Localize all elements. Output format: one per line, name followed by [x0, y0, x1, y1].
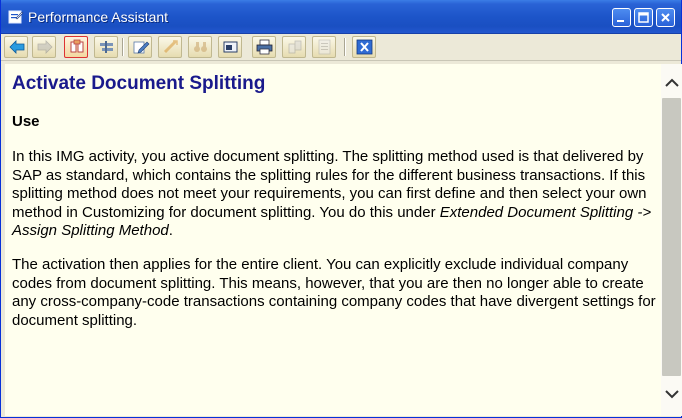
close-box-icon	[356, 39, 373, 55]
forward-button[interactable]	[32, 36, 56, 58]
scroll-down-button[interactable]	[662, 382, 681, 407]
technical-info-button[interactable]	[94, 36, 118, 58]
paragraph-1: In this IMG activity, you active documen…	[12, 148, 657, 241]
close-doc-button[interactable]	[352, 36, 376, 58]
bookmark-icon	[223, 41, 238, 53]
printer-icon	[256, 39, 273, 55]
find-button[interactable]	[188, 36, 212, 58]
scroll-up-button[interactable]	[662, 71, 681, 96]
arrow-right-icon	[37, 40, 53, 54]
copy-button[interactable]	[312, 36, 336, 58]
document-icon	[318, 39, 331, 55]
back-button[interactable]	[4, 36, 28, 58]
help-window-icon	[8, 9, 24, 25]
scrollbar-thumb[interactable]	[662, 98, 681, 376]
tools-icon	[100, 41, 113, 53]
toolbar-separator	[344, 38, 345, 56]
chevron-up-icon	[665, 78, 679, 87]
performance-assistant-window: Performance Assistant Activate Document …	[0, 0, 682, 418]
maximize-button[interactable]	[634, 8, 653, 27]
minimize-button[interactable]	[612, 8, 631, 27]
toolbar-separator	[122, 38, 123, 56]
bookmark-button[interactable]	[218, 36, 242, 58]
toolbar	[1, 34, 681, 61]
glossary-button[interactable]	[282, 36, 306, 58]
document-content: Activate Document Splitting Use In this …	[5, 64, 661, 416]
glossary-icon	[288, 40, 302, 54]
section-title: Use	[12, 113, 40, 130]
chevron-down-icon	[665, 390, 679, 399]
title-bar[interactable]: Performance Assistant	[1, 0, 681, 34]
link-icon	[163, 39, 178, 54]
edit-button[interactable]	[128, 36, 152, 58]
print-button[interactable]	[252, 36, 276, 58]
binoculars-icon	[194, 42, 207, 52]
pencil-icon	[133, 41, 150, 54]
arrow-left-icon	[9, 40, 25, 54]
structure-button[interactable]	[64, 36, 88, 58]
document-heading: Activate Document Splitting	[12, 73, 266, 94]
paragraph-2: The activation then applies for the enti…	[12, 256, 656, 329]
window-title: Performance Assistant	[28, 9, 169, 25]
close-window-button[interactable]	[656, 8, 675, 27]
hierarchy-icon	[70, 39, 84, 53]
paragraph-1-end: .	[168, 222, 173, 239]
vertical-scrollbar[interactable]	[661, 64, 682, 416]
link-button[interactable]	[158, 36, 182, 58]
